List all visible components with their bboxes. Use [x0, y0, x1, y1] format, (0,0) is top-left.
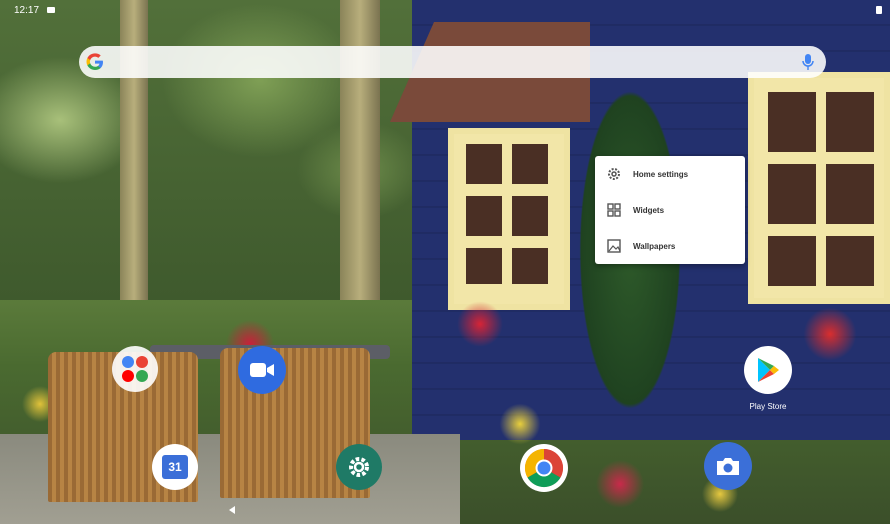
- menu-item-label: Wallpapers: [633, 241, 676, 251]
- wallpaper-icon: [607, 239, 621, 253]
- gear-icon: [608, 168, 620, 180]
- menu-item-label: Home settings: [633, 169, 689, 179]
- google-g-icon: [86, 53, 103, 70]
- gear-icon: [349, 457, 369, 477]
- notification-icon: [47, 7, 56, 13]
- menu-item-wallpapers[interactable]: Wallpapers: [595, 228, 745, 264]
- home-context-menu: Home settings Widgets Wallpapers: [595, 156, 745, 264]
- chrome-icon: [524, 448, 564, 488]
- camera-app[interactable]: [704, 442, 752, 490]
- menu-item-label: Widgets: [633, 205, 665, 215]
- back-nav-icon[interactable]: [229, 506, 235, 514]
- menu-item-home-settings[interactable]: Home settings: [595, 156, 745, 192]
- chrome-app[interactable]: [520, 444, 568, 492]
- google-search-bar[interactable]: [79, 46, 826, 78]
- wallpaper-trunk: [120, 0, 148, 300]
- calendar-icon: 31: [162, 455, 188, 479]
- video-camera-icon: [250, 363, 274, 377]
- play-store-app[interactable]: [744, 346, 792, 394]
- play-store-icon: [758, 358, 779, 382]
- status-time: 12:17: [14, 4, 40, 16]
- settings-app[interactable]: [336, 444, 382, 490]
- play-store-label: Play Store: [749, 402, 787, 411]
- wallpaper-window: [748, 72, 890, 304]
- camera-icon: [717, 458, 739, 475]
- wallpaper: [0, 0, 890, 524]
- wallpaper-window: [448, 128, 570, 310]
- wallpaper-trunk: [340, 0, 380, 300]
- google-apps-folder[interactable]: [112, 346, 158, 392]
- google-folder-icon: [122, 356, 148, 382]
- search-input[interactable]: [104, 49, 802, 75]
- battery-icon: [876, 6, 882, 14]
- menu-item-widgets[interactable]: Widgets: [595, 192, 745, 228]
- widgets-grid-icon: [607, 203, 621, 217]
- status-bar: 12:17: [0, 0, 890, 20]
- duo-video-app[interactable]: [238, 346, 286, 394]
- calendar-app[interactable]: 31: [152, 444, 198, 490]
- microphone-icon[interactable]: [802, 53, 814, 71]
